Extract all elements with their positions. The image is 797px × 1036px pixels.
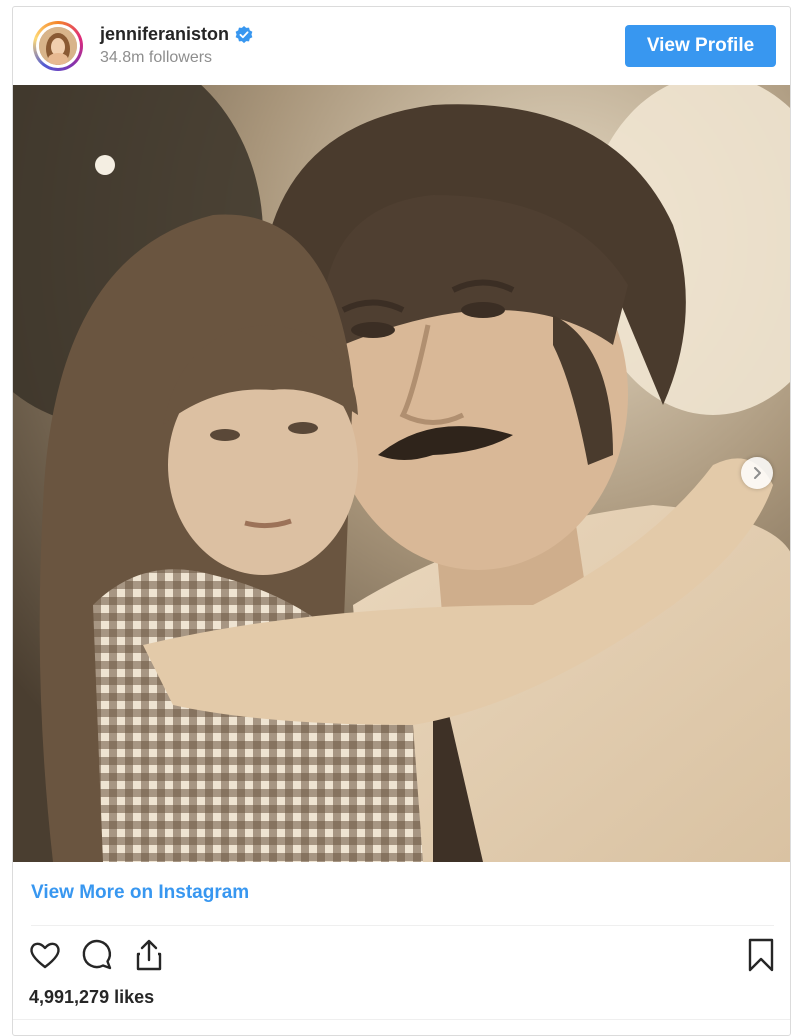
bookmark-icon[interactable]: [743, 937, 779, 973]
post-image: [13, 85, 790, 862]
action-bar: [27, 937, 780, 977]
verified-badge-icon: [235, 25, 253, 43]
instagram-embed-card: jenniferaniston 34.8m followers View Pro…: [12, 6, 791, 1036]
share-icon[interactable]: [131, 937, 167, 973]
post-photo[interactable]: [13, 85, 790, 862]
view-more-link[interactable]: View More on Instagram: [31, 882, 249, 904]
heart-icon[interactable]: [27, 937, 63, 973]
comment-bubble-icon[interactable]: [79, 937, 115, 973]
next-slide-button[interactable]: [741, 457, 773, 489]
avatar-photo: [39, 27, 77, 65]
chevron-right-icon: [754, 467, 761, 479]
view-profile-button[interactable]: View Profile: [625, 25, 776, 67]
follower-count: 34.8m followers: [100, 49, 213, 66]
post-header: jenniferaniston 34.8m followers View Pro…: [13, 7, 790, 85]
like-count: 4,991,279 likes: [29, 987, 155, 1007]
divider: [13, 1019, 790, 1020]
username[interactable]: jenniferaniston: [100, 24, 229, 45]
divider: [31, 925, 774, 926]
avatar[interactable]: [33, 21, 83, 71]
